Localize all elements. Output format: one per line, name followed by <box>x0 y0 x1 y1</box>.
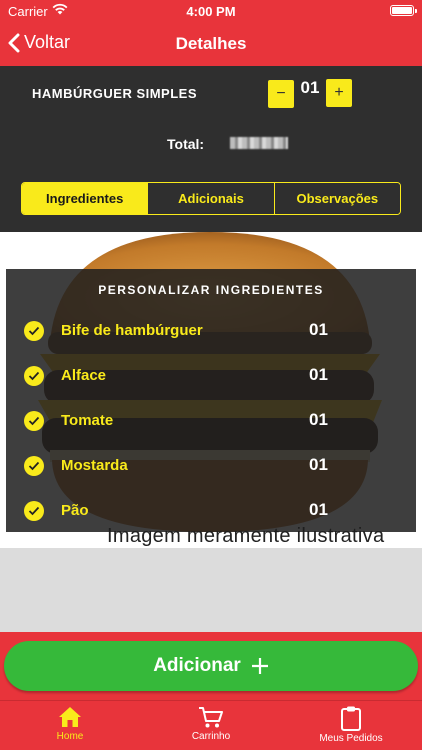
ingredient-row[interactable]: Bife de hambúrguer 01 <box>6 316 416 346</box>
add-button-label: Adicionar <box>153 655 241 676</box>
checkmark-icon[interactable] <box>24 456 44 476</box>
ingredient-row[interactable]: Alface 01 <box>6 361 416 391</box>
navigation-bar: Voltar Detalhes <box>0 22 422 66</box>
ingredient-quantity: 01 <box>309 455 328 474</box>
quantity-value: 01 <box>300 78 320 97</box>
total-value-redacted <box>230 137 288 149</box>
tab-home-label: Home <box>56 731 84 742</box>
ingredient-name: Alface <box>61 367 107 384</box>
checkmark-icon[interactable] <box>24 501 44 521</box>
ingredient-quantity: 01 <box>309 500 328 519</box>
chevron-left-icon <box>8 33 20 52</box>
tab-carrinho[interactable]: Carrinho <box>161 705 261 742</box>
checkmark-icon[interactable] <box>24 366 44 386</box>
tab-meus-pedidos[interactable]: Meus Pedidos <box>301 705 401 744</box>
ingredient-name: Pão <box>61 502 89 519</box>
ingredients-panel-title: PERSONALIZAR INGREDIENTES <box>98 283 324 297</box>
ingredient-quantity: 01 <box>309 410 328 429</box>
ingredients-panel: PERSONALIZAR INGREDIENTES Bife de hambúr… <box>6 269 416 532</box>
ingredient-quantity: 01 <box>309 365 328 384</box>
product-name: HAMBÚRGUER SIMPLES <box>32 86 198 101</box>
add-to-cart-button[interactable]: Adicionar <box>4 641 418 691</box>
product-panel: HAMBÚRGUER SIMPLES − 01 + Total: Ingredi… <box>0 66 422 232</box>
tab-ingredientes[interactable]: Ingredientes <box>22 183 149 214</box>
tab-observacoes[interactable]: Observações <box>274 183 400 214</box>
status-bar: Carrier 4:00 PM <box>0 0 422 22</box>
clipboard-icon <box>341 706 361 731</box>
ingredient-row[interactable]: Pão 01 <box>6 496 416 526</box>
checkmark-icon[interactable] <box>24 411 44 431</box>
tab-home[interactable]: Home <box>20 705 120 742</box>
plus-icon <box>251 653 269 679</box>
bottom-tab-bar: Home Carrinho Meus Pedidos <box>0 700 422 750</box>
status-time: 4:00 PM <box>186 4 236 19</box>
tab-meus-pedidos-label: Meus Pedidos <box>319 733 383 744</box>
ingredient-name: Tomate <box>61 412 114 429</box>
home-icon <box>59 707 81 727</box>
battery-icon <box>390 5 414 16</box>
back-button[interactable]: Voltar <box>8 32 70 53</box>
back-label: Voltar <box>24 32 71 52</box>
decrease-quantity-button[interactable]: − <box>268 80 294 108</box>
checkmark-icon[interactable] <box>24 321 44 341</box>
increase-quantity-button[interactable]: + <box>326 79 352 107</box>
ingredient-name: Mostarda <box>61 457 128 474</box>
segmented-tabs: Ingredientes Adicionais Observações <box>21 182 401 215</box>
total-label: Total: <box>167 136 205 152</box>
ingredient-name: Bife de hambúrguer <box>61 322 203 339</box>
ingredient-quantity: 01 <box>309 320 328 339</box>
cart-icon <box>199 707 223 728</box>
tab-adicionais[interactable]: Adicionais <box>148 183 275 214</box>
tab-carrinho-label: Carrinho <box>191 731 231 742</box>
battery-cap <box>415 9 417 13</box>
ingredient-row[interactable]: Mostarda 01 <box>6 451 416 481</box>
ingredient-row[interactable]: Tomate 01 <box>6 406 416 436</box>
